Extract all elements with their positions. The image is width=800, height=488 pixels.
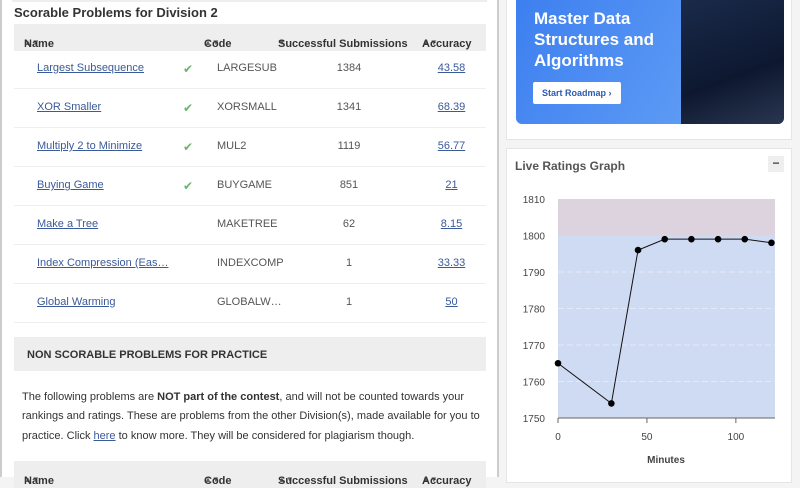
chart-band xyxy=(558,199,775,236)
x-tick-label: 100 xyxy=(728,432,745,443)
data-point xyxy=(634,246,642,254)
y-tick-label: 1760 xyxy=(523,378,546,389)
data-point xyxy=(554,359,562,367)
y-tick-label: 1800 xyxy=(523,232,546,243)
y-tick-label: 1750 xyxy=(523,414,546,425)
chart-band xyxy=(558,235,775,418)
y-tick-label: 1810 xyxy=(523,195,546,206)
data-point xyxy=(661,235,669,243)
data-point xyxy=(741,235,749,243)
x-tick-label: 50 xyxy=(641,432,653,443)
data-point xyxy=(608,400,615,407)
data-point xyxy=(688,235,695,243)
data-point xyxy=(768,239,775,247)
y-tick-label: 1780 xyxy=(523,305,546,316)
x-axis-label: Minutes xyxy=(647,455,685,466)
data-point xyxy=(714,235,722,243)
y-tick-label: 1790 xyxy=(523,268,546,279)
y-tick-label: 1770 xyxy=(523,341,546,352)
x-tick-label: 0 xyxy=(555,432,561,443)
ratings-chart: 1750 1760 1770 1780 1790 1800 1810 0 50 100 Minute… xyxy=(523,195,775,466)
